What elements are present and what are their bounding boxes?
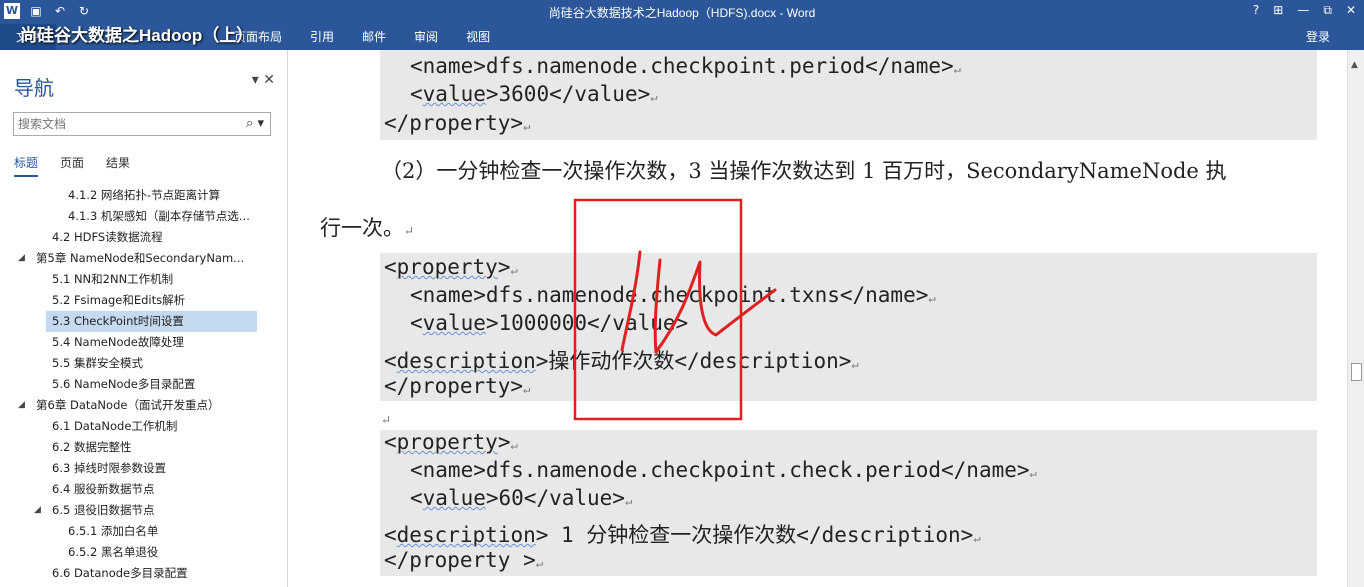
code-line: <name>dfs.namenode.checkpoint.txns</name… (410, 283, 936, 307)
code-block-1: <name>dfs.namenode.checkpoint.period</na… (380, 50, 1317, 140)
nav-item[interactable]: 5.5 集群安全模式 (0, 353, 288, 374)
code-line: <property>↵ (384, 430, 518, 454)
tab-references[interactable]: 引用 (296, 24, 348, 50)
nav-item[interactable]: 6.5.2 黑名单退役 (0, 542, 288, 563)
nav-item[interactable]: 6.6 Datanode多目录配置 (0, 563, 288, 584)
paragraph-line: 行一次。↵ (320, 216, 415, 240)
scroll-up-icon[interactable]: ▲ (1351, 60, 1358, 70)
code-line: </property >↵ (384, 548, 543, 572)
pane-options-icon[interactable]: ▾ (252, 72, 259, 88)
code-line: <value>1000000</value> (410, 311, 689, 335)
nav-item[interactable]: 4.2 HDFS读数据流程 (0, 227, 288, 248)
nav-item[interactable]: 5.4 NameNode故障处理 (0, 332, 288, 353)
code-line: <value>60</value>↵ (410, 486, 633, 510)
collapse-triangle-icon[interactable]: ◢ (18, 248, 25, 269)
nav-item[interactable]: 6.3 掉线时限参数设置 (0, 458, 288, 479)
tab-review[interactable]: 审阅 (400, 24, 452, 50)
heading-list: 4.1.2 网络拓扑-节点距离计算 4.1.3 机架感知（副本存储节点选... … (0, 185, 288, 584)
nav-pane-controls: ▾ ✕ (252, 72, 275, 88)
vertical-scrollbar[interactable]: ▲ (1347, 50, 1364, 587)
tab-pages[interactable]: 页面 (60, 154, 84, 177)
code-line: <description>操作动作次数</description>↵ (384, 349, 859, 373)
collapse-triangle-icon[interactable]: ◢ (34, 500, 41, 521)
navigation-pane: 导航 ▾ ✕ ⌕ ▾ 标题 页面 结果 4.1.2 网络拓扑-节点距离计算 4.… (0, 50, 288, 587)
ribbon-display-icon[interactable]: ⊞ (1273, 3, 1283, 18)
nav-item[interactable]: 6.4 服役新数据节点 (0, 479, 288, 500)
window-title: 尚硅谷大数据技术之Hadoop（HDFS).docx - Word (548, 6, 816, 20)
collapse-triangle-icon[interactable]: ◢ (18, 395, 25, 416)
close-icon[interactable]: ✕ (1346, 3, 1356, 18)
restore-icon[interactable]: ⧉ (1323, 3, 1332, 18)
nav-item[interactable]: 6.5.1 添加白名单 (0, 521, 288, 542)
empty-paragraph: ↵ (381, 413, 392, 427)
code-line: <name>dfs.namenode.checkpoint.period</na… (410, 54, 961, 78)
document-area[interactable]: <name>dfs.namenode.checkpoint.period</na… (289, 50, 1347, 587)
pane-close-icon[interactable]: ✕ (263, 72, 275, 88)
tab-results[interactable]: 结果 (106, 154, 130, 177)
nav-item[interactable]: 4.1.2 网络拓扑-节点距离计算 (0, 185, 288, 206)
login-link[interactable]: 登录 (1306, 28, 1330, 45)
code-block-3: <property>↵ <name>dfs.namenode.checkpoin… (380, 430, 1317, 576)
nav-item[interactable]: ◢ 6.5 退役旧数据节点 (0, 500, 288, 521)
nav-search-box: ⌕ ▾ (13, 112, 271, 136)
nav-item[interactable]: 5.1 NN和2NN工作机制 (0, 269, 288, 290)
nav-title: 导航 (14, 76, 54, 100)
nav-item[interactable]: ◢ 第6章 DataNode（面试开发重点） (0, 395, 288, 416)
tab-view[interactable]: 视图 (452, 24, 504, 50)
nav-item[interactable]: ◢ 第5章 NameNode和SecondaryNam... (0, 248, 288, 269)
minimize-icon[interactable]: — (1297, 3, 1309, 18)
window-controls: ? ⊞ — ⧉ ✕ (1253, 3, 1356, 18)
code-line: <description> 1 分钟检查一次操作次数</description>… (384, 523, 981, 547)
video-overlay-title: 尚硅谷大数据之Hadoop（上） (20, 26, 254, 45)
nav-item[interactable]: 5.6 NameNode多目录配置 (0, 374, 288, 395)
code-line: <property>↵ (384, 255, 518, 279)
help-icon[interactable]: ? (1253, 3, 1259, 18)
code-block-2: <property>↵ <name>dfs.namenode.checkpoin… (380, 253, 1317, 401)
scrollbar-thumb[interactable] (1351, 363, 1362, 381)
tab-headings[interactable]: 标题 (14, 154, 39, 177)
nav-item[interactable]: 6.1 DataNode工作机制 (0, 416, 288, 437)
code-line: <name>dfs.namenode.checkpoint.check.peri… (410, 458, 1037, 482)
search-icon[interactable]: ⌕ ▾ (246, 116, 264, 131)
code-line: <value>3600</value>↵ (410, 82, 658, 106)
nav-item[interactable]: 6.2 数据完整性 (0, 437, 288, 458)
code-line: </property>↵ (384, 111, 531, 135)
nav-tabs: 标题 页面 结果 (14, 154, 130, 177)
search-input[interactable] (14, 113, 224, 135)
nav-item[interactable]: 4.1.3 机架感知（副本存储节点选... (0, 206, 288, 227)
code-line: </property>↵ (384, 374, 531, 398)
nav-item-selected[interactable]: 5.3 CheckPoint时间设置 (0, 311, 288, 332)
tab-mailings[interactable]: 邮件 (348, 24, 400, 50)
paragraph-line: （2）一分钟检查一次操作次数，3 当操作次数达到 1 百万时，Secondary… (381, 159, 1227, 183)
nav-item[interactable]: 5.2 Fsimage和Edits解析 (0, 290, 288, 311)
